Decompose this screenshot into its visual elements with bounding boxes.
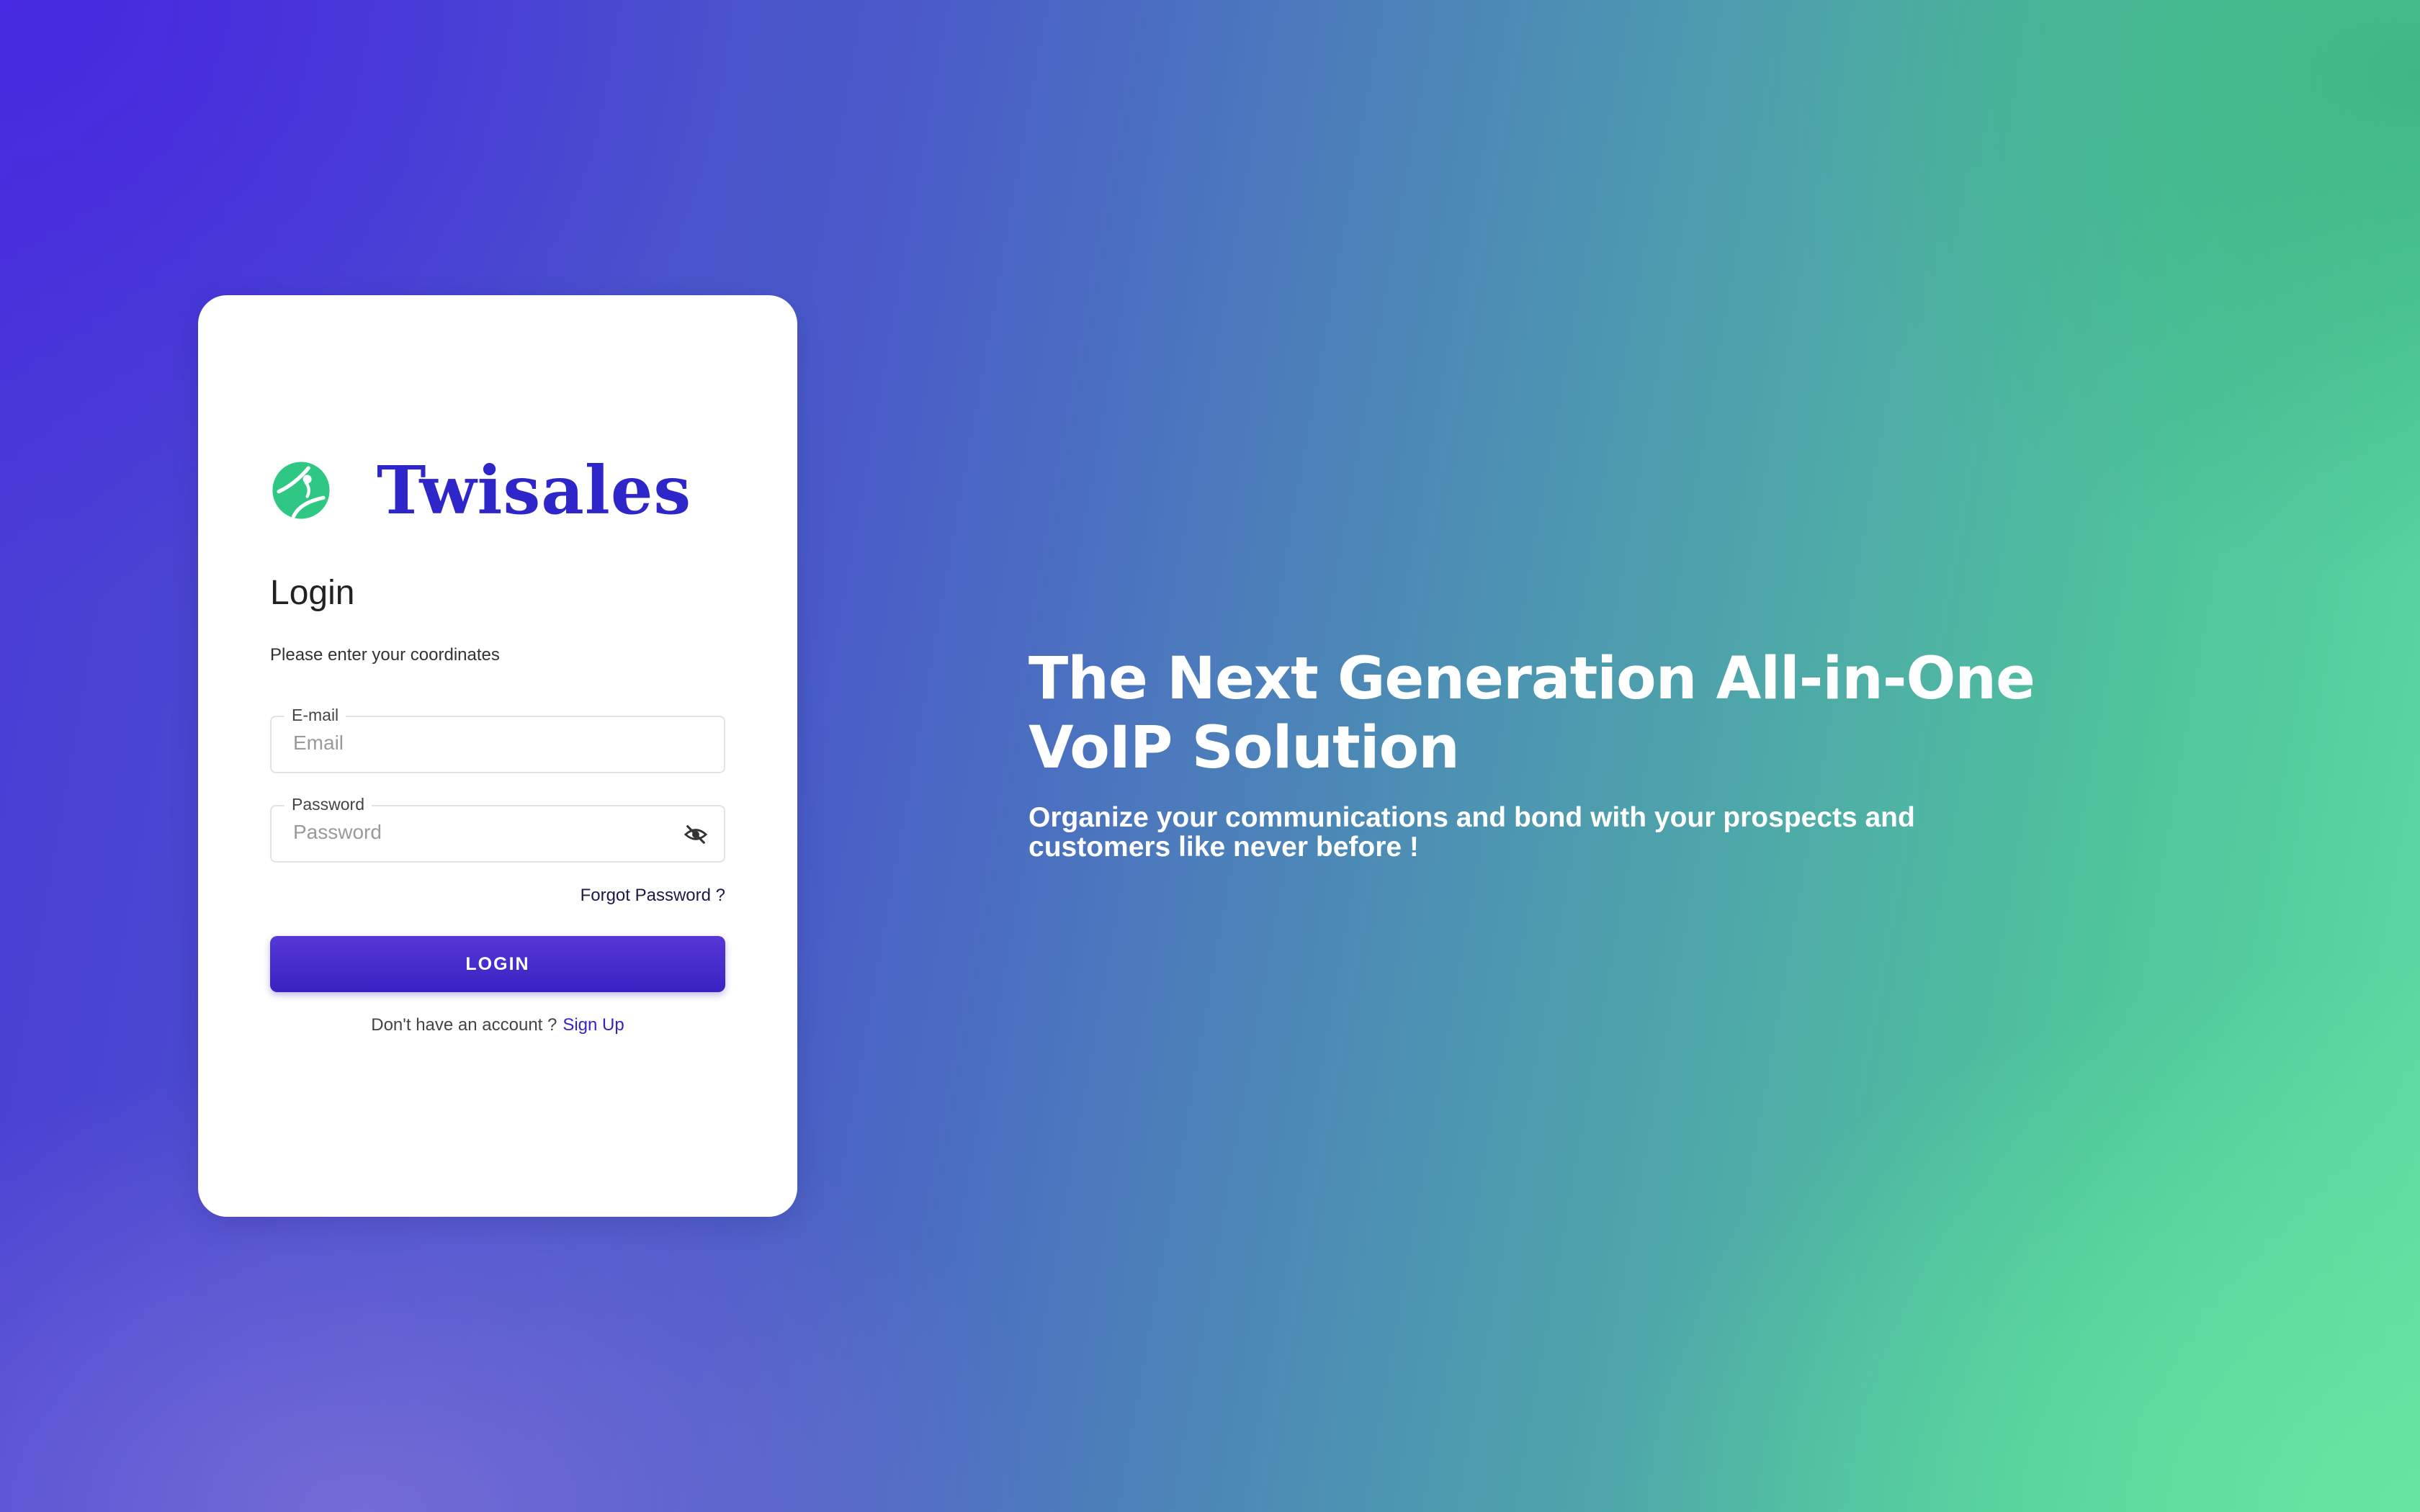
password-field: Password bbox=[270, 795, 725, 863]
brand-name: Twisales bbox=[377, 451, 692, 529]
login-card: Twisales Login Please enter your coordin… bbox=[198, 295, 797, 1217]
email-label: E-mail bbox=[284, 706, 346, 725]
password-label: Password bbox=[284, 795, 372, 814]
hero-title-line1: The Next Generation All-in-One bbox=[1028, 645, 2035, 713]
eye-off-icon[interactable] bbox=[684, 822, 708, 847]
hero: The Next Generation All-in-One VoIP Solu… bbox=[1028, 644, 2051, 862]
brand: Twisales bbox=[270, 451, 691, 530]
password-input[interactable] bbox=[293, 821, 668, 844]
hero-subtitle-line1: Organize your communications and bond wi… bbox=[1028, 802, 1915, 833]
login-subtitle: Please enter your coordinates bbox=[270, 645, 500, 665]
forgot-password-link[interactable]: Forgot Password ? bbox=[581, 886, 725, 906]
email-input[interactable] bbox=[293, 732, 668, 755]
hero-title: The Next Generation All-in-One VoIP Solu… bbox=[1028, 644, 2051, 783]
email-field: E-mail bbox=[270, 706, 725, 773]
hero-subtitle: Organize your communications and bond wi… bbox=[1028, 803, 2008, 862]
login-title: Login bbox=[270, 574, 355, 612]
no-account-text: Don't have an account ? bbox=[371, 1015, 557, 1035]
hero-title-line2: VoIP Solution bbox=[1028, 714, 1460, 782]
signup-link[interactable]: Sign Up bbox=[563, 1015, 624, 1035]
login-button[interactable]: LOGIN bbox=[270, 936, 725, 992]
hero-subtitle-line2: customers like never before ! bbox=[1028, 832, 1419, 863]
globe-logo-icon bbox=[272, 462, 330, 519]
signup-row: Don't have an account ? Sign Up bbox=[198, 1015, 797, 1035]
